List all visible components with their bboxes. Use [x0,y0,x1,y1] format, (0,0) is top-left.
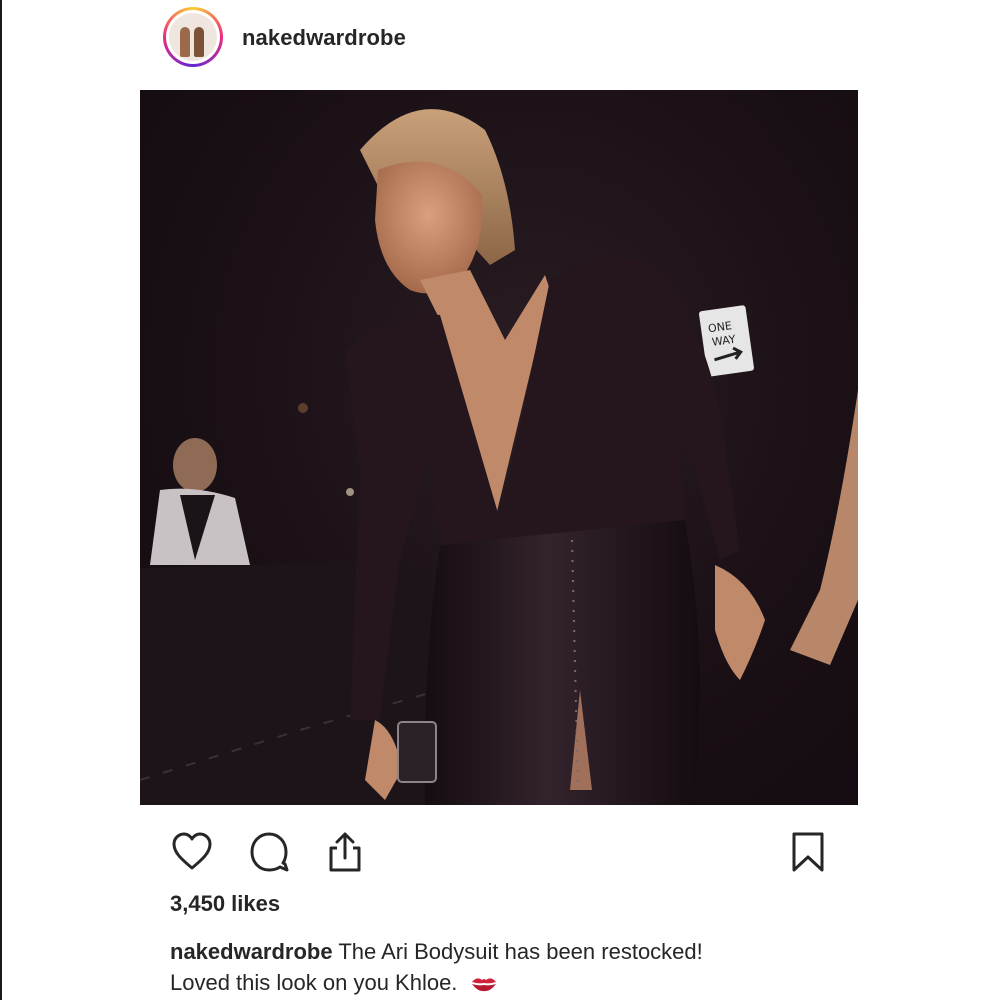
caption-line-1: nakedwardrobe The Ari Bodysuit has been … [170,936,850,967]
avatar-image [169,13,217,61]
like-button[interactable] [168,828,216,876]
save-button[interactable] [784,828,832,876]
comment-bubble-icon [250,832,289,872]
caption-username[interactable]: nakedwardrobe [170,939,333,964]
comment-button[interactable] [245,828,293,876]
post-caption: nakedwardrobe The Ari Bodysuit has been … [170,936,850,998]
likes-count[interactable]: 3,450 likes [170,891,280,917]
avatar[interactable] [163,7,223,67]
post-header: nakedwardrobe [140,0,858,90]
post-username[interactable]: nakedwardrobe [242,25,406,51]
post-photo[interactable]: ONE WAY [140,90,858,805]
share-button[interactable] [321,828,369,876]
heart-icon [172,832,212,870]
post-actions [140,820,858,880]
photo-illustration: ONE WAY [140,109,858,805]
share-upload-icon [329,832,361,872]
caption-line-2: Loved this look on you Khloe. [170,967,850,998]
bookmark-icon [792,832,824,872]
caption-text-line-2: Loved this look on you Khloe. [170,970,458,995]
left-border [0,0,2,1000]
caption-text-line-1: The Ari Bodysuit has been restocked! [338,939,703,964]
kiss-mark-icon [471,978,496,992]
